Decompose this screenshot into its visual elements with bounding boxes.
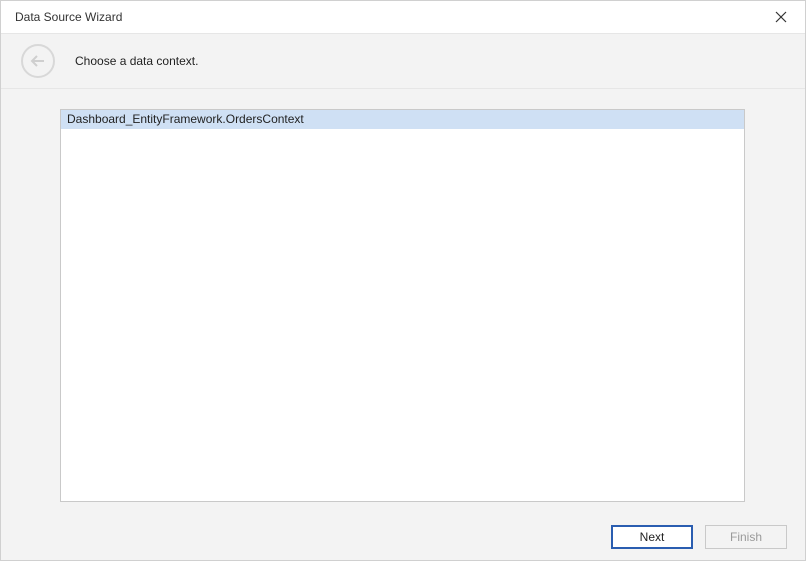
wizard-instruction: Choose a data context. xyxy=(75,54,198,68)
data-context-listbox[interactable]: Dashboard_EntityFramework.OrdersContext xyxy=(60,109,745,502)
titlebar: Data Source Wizard xyxy=(1,1,805,33)
close-button[interactable] xyxy=(767,3,795,31)
next-button[interactable]: Next xyxy=(611,525,693,549)
wizard-content: Dashboard_EntityFramework.OrdersContext xyxy=(1,89,805,514)
list-item[interactable]: Dashboard_EntityFramework.OrdersContext xyxy=(61,110,744,129)
data-source-wizard-dialog: Data Source Wizard Choose a data context… xyxy=(0,0,806,561)
dialog-title: Data Source Wizard xyxy=(15,10,122,24)
back-button[interactable] xyxy=(21,44,55,78)
finish-button: Finish xyxy=(705,525,787,549)
close-icon xyxy=(775,11,787,23)
wizard-header: Choose a data context. xyxy=(1,33,805,89)
arrow-left-icon xyxy=(30,54,46,68)
wizard-footer: Next Finish xyxy=(1,514,805,560)
